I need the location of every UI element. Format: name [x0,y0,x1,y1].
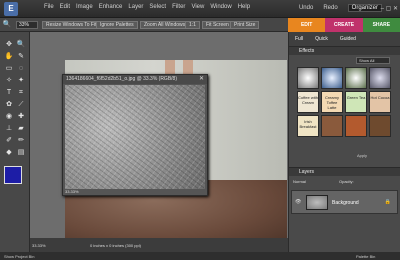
clone-stamp-icon[interactable]: ⊥ [4,124,14,134]
red-eye-icon[interactable]: ◉ [4,112,14,122]
effects-toolbar: Show All [289,55,400,65]
options-bar: 🔍 33% Resize Windows To Fit Ignore Palet… [0,18,288,32]
show-project-bin-button[interactable]: Show Project Bin [4,254,34,259]
menu-select[interactable]: Select [149,4,166,10]
menu-file[interactable]: File [44,4,54,10]
menu-enhance[interactable]: Enhance [99,4,123,10]
effects-grid: Coffee with Cream Creamy Toffee Latte Gr… [297,65,393,165]
menu-help[interactable]: Help [238,4,250,10]
effect-thumb[interactable] [321,115,343,137]
mode-quick[interactable]: Quick [315,36,328,42]
menu-list: File Edit Image Enhance Layer Select Fil… [44,4,250,10]
layers-toolbar: Normal Opacity: [289,176,400,186]
brush-icon[interactable]: ✐ [4,136,14,146]
print-size-button[interactable]: Print Size [230,21,260,29]
effect-thumb[interactable] [369,115,391,137]
resize-windows-checkbox[interactable]: Resize Windows To Fit [42,21,101,29]
app-window: E File Edit Image Enhance Layer Select F… [0,0,400,260]
straighten-icon[interactable]: ⟋ [16,100,26,110]
effects-apply-button[interactable]: Apply [357,153,367,158]
mode-bar: Full Quick Guided [289,32,400,46]
ignore-palettes-checkbox[interactable]: Ignore Palettes [96,21,138,29]
zoom-icon: 🔍 [2,21,12,28]
document-window[interactable]: 1364186604_f6f52d2b51_o.jpg @ 33.3% (RGB… [62,74,208,196]
main-size-status: 0 inches x 0 inches (300 ppi) [90,243,141,248]
tab-share[interactable]: SHARE [362,18,400,32]
lock-icon: 🔒 [384,199,391,205]
effect-thumb[interactable] [297,67,319,89]
document-zoom-status: 33.33% [65,189,79,194]
undo-button[interactable]: Undo [299,5,313,11]
menu-edit[interactable]: Edit [60,4,70,10]
effect-thumb[interactable] [369,67,391,89]
lasso-icon[interactable]: ◌ [16,64,26,74]
menu-layer[interactable]: Layer [128,4,143,10]
layers-header[interactable]: Layers [289,167,400,176]
blend-mode-select[interactable]: Normal [293,179,306,184]
paint-bucket-icon[interactable]: ◆ [4,148,14,158]
close-icon[interactable]: ✕ [199,75,204,84]
effects-filter-select[interactable]: Show All [356,57,390,64]
window-controls[interactable]: – ▢ ✕ [381,5,398,12]
mode-guided[interactable]: Guided [340,36,356,42]
zoom-tool-icon[interactable]: 🔍 [16,40,26,50]
eyedropper-icon[interactable]: ✎ [16,52,26,62]
effect-thumb[interactable]: Irish Breakfast [297,115,319,137]
layer-row[interactable]: 👁 Background 🔒 [291,190,398,214]
tab-edit[interactable]: EDIT [288,18,326,32]
opacity-label: Opacity: [339,179,354,184]
layer-name: Background [332,200,359,206]
menu-bar: E File Edit Image Enhance Layer Select F… [0,0,400,18]
layers-list: 👁 Background 🔒 [289,190,400,214]
selection-brush-icon[interactable]: ✦ [16,76,26,86]
palette-bin: Full Quick Guided Effects Show All Coffe… [288,32,400,252]
effect-thumb[interactable] [321,67,343,89]
marquee-icon[interactable]: ▭ [4,64,14,74]
document-title: 1364186604_f6f52d2b51_o.jpg @ 33.3% (RGB… [63,75,207,84]
menu-filter[interactable]: Filter [172,4,185,10]
eye-icon[interactable]: 👁 [295,199,301,205]
texture-image[interactable] [65,85,205,189]
effect-thumb[interactable]: Hot Cocoa [369,91,391,113]
main-status-bar: 33.33% 0 inches x 0 inches (300 ppi) [30,238,288,252]
healing-brush-icon[interactable]: ✚ [16,112,26,122]
tab-create[interactable]: CREATE [325,18,363,32]
effects-header[interactable]: Effects [289,46,400,55]
magic-wand-icon[interactable]: ✧ [4,76,14,86]
zoom-field[interactable]: 33% [16,21,38,29]
menu-view[interactable]: View [191,4,204,10]
canvas-area: 1364186604_f6f52d2b51_o.jpg @ 33.3% (RGB… [30,32,288,252]
foreground-color-swatch[interactable] [4,166,22,184]
effect-thumb[interactable]: Coffee with Cream [297,91,319,113]
crop-icon[interactable]: ⌗ [16,88,26,98]
top-right-controls: Undo Redo Organizer [299,4,382,12]
workspace-tabs: EDIT CREATE SHARE [288,18,400,32]
main-zoom-status: 33.33% [32,243,46,248]
pencil-icon[interactable]: ✏ [16,136,26,146]
actual-pixels-button[interactable]: 1:1 [185,21,200,29]
move-tool-icon[interactable]: ✥ [4,40,14,50]
menu-window[interactable]: Window [210,4,231,10]
effect-thumb[interactable] [345,67,367,89]
hand-tool-icon[interactable]: ✋ [4,52,14,62]
gradient-icon[interactable]: ▤ [16,148,26,158]
bottom-bar: Show Project Bin Palette Bin [0,252,400,260]
app-logo: E [4,2,18,16]
menu-image[interactable]: Image [76,4,93,10]
fit-screen-button[interactable]: Fit Screen [202,21,233,29]
eraser-icon[interactable]: ▰ [16,124,26,134]
organizer-button[interactable]: Organizer [347,4,382,12]
redo-button[interactable]: Redo [323,5,337,11]
zoom-all-checkbox[interactable]: Zoom All Windows [140,21,190,29]
type-tool-icon[interactable]: T [4,88,14,98]
toolbox: ✥ 🔍 ✋ ✎ ▭ ◌ ✧ ✦ T ⌗ ✿ ⟋ ◉ ✚ ⊥ ▰ ✐ ✏ ◆ ▤ [0,32,30,252]
effect-thumb[interactable]: Creamy Toffee Latte [321,91,343,113]
layer-thumbnail [306,195,328,210]
effect-thumb[interactable] [345,115,367,137]
effect-thumb[interactable]: Green Tea [345,91,367,113]
mode-full[interactable]: Full [295,36,303,42]
palette-bin-button[interactable]: Palette Bin [356,254,375,259]
cookie-cutter-icon[interactable]: ✿ [4,100,14,110]
